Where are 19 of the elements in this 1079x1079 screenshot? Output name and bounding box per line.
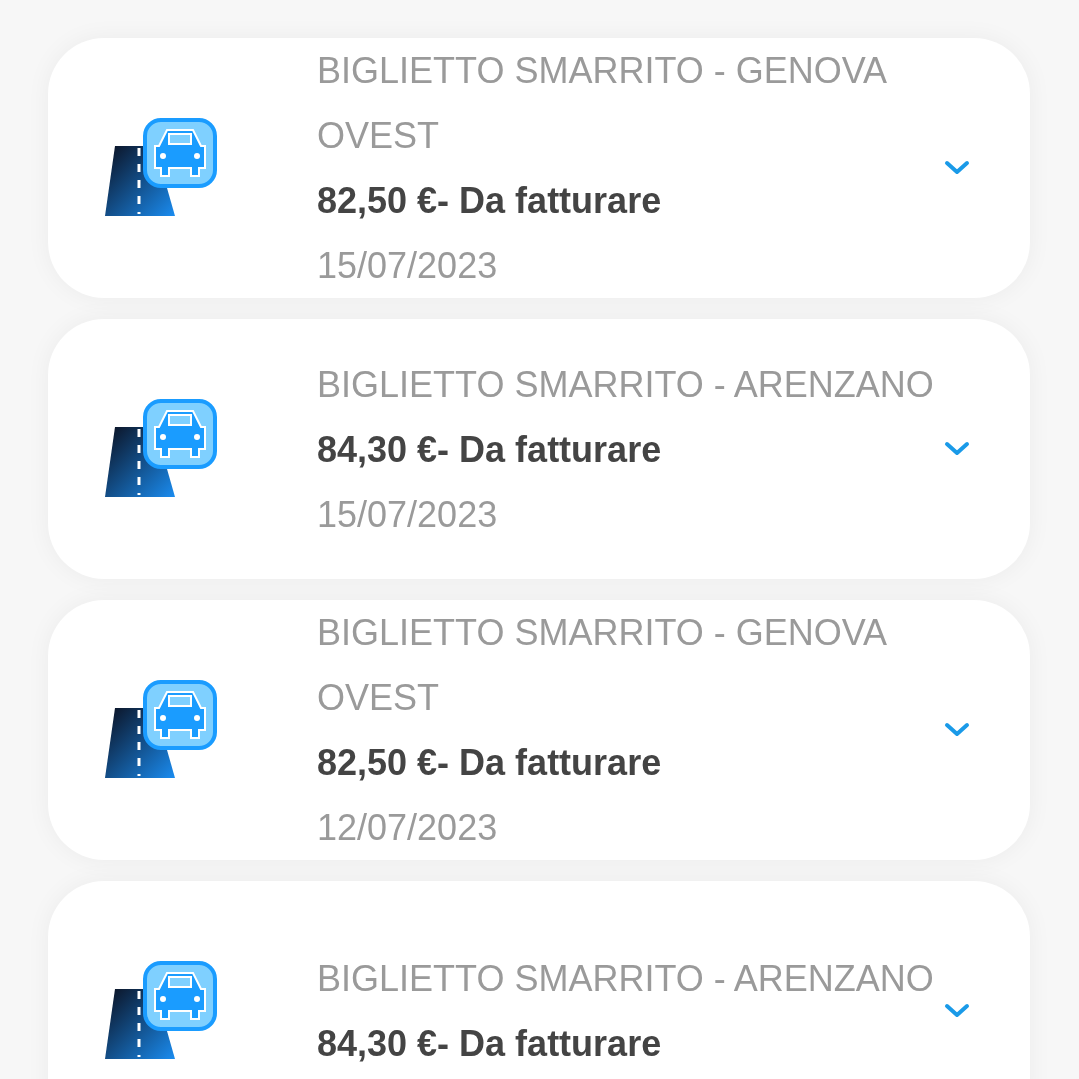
ticket-card[interactable]: BIGLIETTO SMARRITO - GENOVA OVEST 82,50 €- Da fatturare 15/07/2023 [48, 38, 1030, 298]
ticket-card[interactable]: BIGLIETTO SMARRITO - ARENZANO 84,30 €- Da fatturare [48, 881, 1030, 1079]
ticket-title: BIGLIETTO SMARRITO - ARENZANO [317, 957, 935, 1001]
chevron-icon[interactable] [944, 441, 970, 457]
ticket-amount: 84,30 €- Da fatturare [317, 427, 663, 472]
ticket-title: BIGLIETTO SMARRITO - ARENZANO [317, 362, 935, 407]
ticket-card[interactable]: BIGLIETTO SMARRITO - ARENZANO 84,30 €- Da fatturare 15/07/2023 [48, 319, 1030, 579]
ticket-card[interactable]: BIGLIETTO SMARRITO - GENOVA OVEST 82,50 €- Da fatturare 12/07/2023 [48, 600, 1030, 860]
ticket-amount: 82,50 €- Da fatturare [317, 179, 663, 223]
ticket-date: 12/07/2023 [317, 806, 499, 850]
ticket-date: 15/07/2023 [317, 492, 499, 537]
ticket-date: 15/07/2023 [317, 244, 499, 288]
ticket-amount: 84,30 €- Da fatturare [317, 1022, 663, 1066]
ticket-title: BIGLIETTO SMARRITO - GENOVA OVEST [317, 49, 887, 158]
ticket-amount: 82,50 €- Da fatturare [317, 741, 663, 785]
chevron-icon[interactable] [944, 160, 970, 176]
ticket-title: BIGLIETTO SMARRITO - GENOVA OVEST [317, 611, 887, 720]
chevron-icon[interactable] [944, 722, 970, 738]
chevron-icon[interactable] [944, 1003, 970, 1019]
